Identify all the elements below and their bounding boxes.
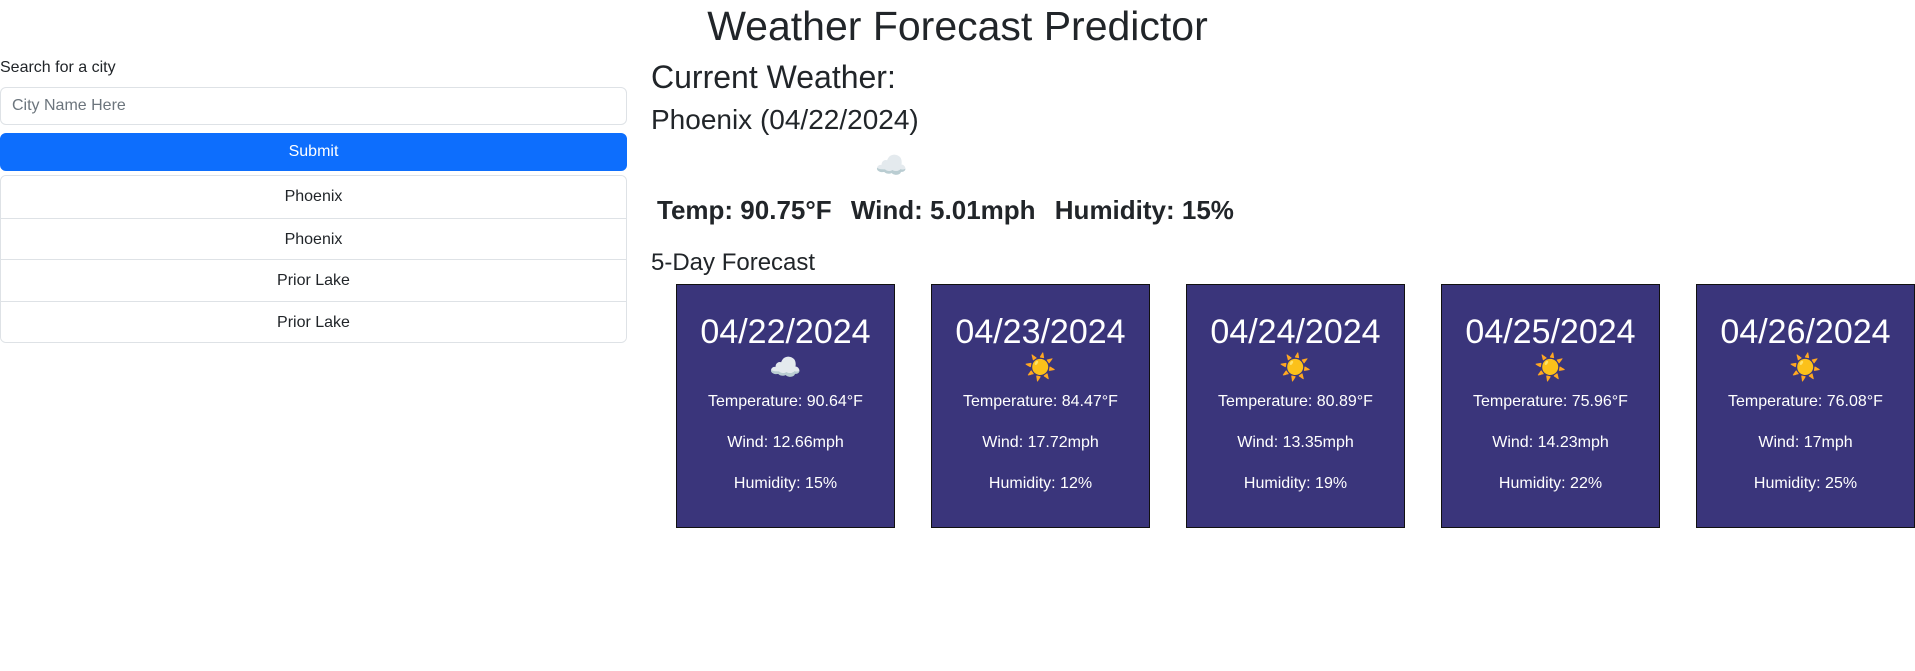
current-temp: Temp: 90.75°F xyxy=(657,195,832,225)
forecast-humidity: Humidity: 19% xyxy=(1243,475,1348,492)
forecast-card: 04/24/2024 ☀️ Temperature: 80.89°F Wind:… xyxy=(1186,284,1405,528)
city-search-input[interactable] xyxy=(0,87,627,125)
current-stats: Temp: 90.75°F Wind: 5.01mph Humidity: 15… xyxy=(657,194,1246,226)
forecast-card: 04/25/2024 ☀️ Temperature: 75.96°F Wind:… xyxy=(1441,284,1660,528)
weather-panel: Current Weather: Phoenix (04/22/2024) ☁️… xyxy=(651,58,1915,528)
cloud-icon: ☁️ xyxy=(875,150,908,180)
forecast-temp: Temperature: 90.64°F xyxy=(708,393,863,410)
search-history-list: Phoenix Phoenix Prior Lake Prior Lake xyxy=(0,175,627,343)
forecast-date: 04/26/2024 xyxy=(1720,313,1891,351)
forecast-card: 04/23/2024 ☀️ Temperature: 84.47°F Wind:… xyxy=(931,284,1150,528)
current-humidity: Humidity: 15% xyxy=(1054,195,1234,225)
sun-icon: ☀️ xyxy=(1024,352,1057,382)
forecast-wind: Wind: 17mph xyxy=(1758,434,1853,451)
forecast-humidity: Humidity: 12% xyxy=(988,475,1093,492)
forecast-date: 04/23/2024 xyxy=(955,313,1126,351)
submit-button[interactable]: Submit xyxy=(0,133,627,171)
history-item-prior-lake[interactable]: Prior Lake xyxy=(1,259,626,301)
forecast-temp: Temperature: 76.08°F xyxy=(1728,393,1883,410)
forecast-cards: 04/22/2024 ☁️ Temperature: 90.64°F Wind:… xyxy=(676,284,1915,528)
forecast-wind: Wind: 17.72mph xyxy=(982,434,1099,451)
forecast-heading: 5-Day Forecast xyxy=(651,249,816,276)
forecast-wind: Wind: 12.66mph xyxy=(727,434,844,451)
search-label: Search for a city xyxy=(0,59,116,76)
forecast-card: 04/26/2024 ☀️ Temperature: 76.08°F Wind:… xyxy=(1696,284,1915,528)
forecast-humidity: Humidity: 15% xyxy=(733,475,838,492)
forecast-humidity: Humidity: 25% xyxy=(1753,475,1858,492)
sun-icon: ☀️ xyxy=(1534,352,1567,382)
current-weather-heading: Current Weather: xyxy=(651,59,896,95)
forecast-temp: Temperature: 75.96°F xyxy=(1473,393,1628,410)
sun-icon: ☀️ xyxy=(1279,352,1312,382)
page-title: Weather Forecast Predictor xyxy=(707,3,1208,49)
forecast-temp: Temperature: 84.47°F xyxy=(963,393,1118,410)
forecast-humidity: Humidity: 22% xyxy=(1498,475,1603,492)
cloud-icon: ☁️ xyxy=(769,352,802,382)
forecast-date: 04/25/2024 xyxy=(1465,313,1636,351)
current-city-date: Phoenix (04/22/2024) xyxy=(651,104,919,135)
forecast-wind: Wind: 13.35mph xyxy=(1237,434,1354,451)
history-item-prior-lake[interactable]: Prior Lake xyxy=(1,300,626,342)
history-item-phoenix[interactable]: Phoenix xyxy=(1,217,626,259)
search-panel: Search for a city Submit Phoenix Phoenix… xyxy=(0,57,627,343)
history-item-phoenix[interactable]: Phoenix xyxy=(1,176,626,218)
forecast-card: 04/22/2024 ☁️ Temperature: 90.64°F Wind:… xyxy=(676,284,895,528)
forecast-date: 04/24/2024 xyxy=(1210,313,1381,351)
forecast-date: 04/22/2024 xyxy=(700,313,871,351)
sun-icon: ☀️ xyxy=(1789,352,1822,382)
forecast-temp: Temperature: 80.89°F xyxy=(1218,393,1373,410)
current-wind: Wind: 5.01mph xyxy=(850,195,1036,225)
forecast-wind: Wind: 14.23mph xyxy=(1492,434,1609,451)
